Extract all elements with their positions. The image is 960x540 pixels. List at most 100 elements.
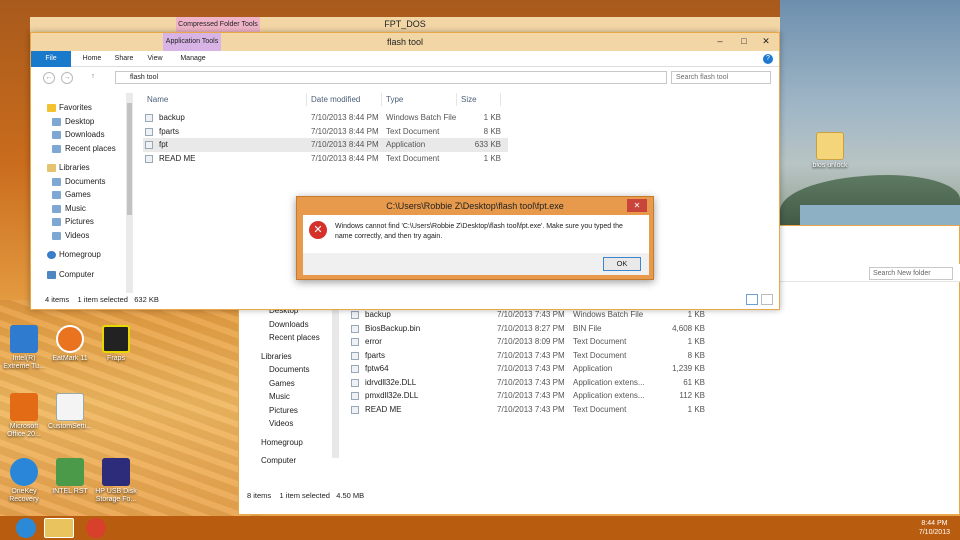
file-row[interactable]: BiosBackup.bin 7/10/2013 8:27 PM BIN File 4… bbox=[349, 322, 729, 336]
file-date: 7/10/2013 8:44 PM bbox=[311, 113, 379, 122]
file-type: Text Document bbox=[386, 153, 440, 163]
error-dialog[interactable]: C:\Users\Robbie Z\Desktop\flash tool\fpt… bbox=[296, 196, 654, 280]
nav-item-documents[interactable]: Documents bbox=[41, 175, 129, 189]
nav-item-videos[interactable]: Videos bbox=[41, 229, 129, 243]
desktop-icon-eatmark[interactable]: EatMark 11 bbox=[48, 325, 92, 363]
system-clock[interactable]: 8:44 PM 7/10/2013 bbox=[919, 519, 950, 537]
status-size: 4.50 MB bbox=[336, 491, 365, 500]
internet-explorer-icon[interactable] bbox=[16, 518, 36, 538]
file-row[interactable]: fparts 7/10/2013 8:44 PM Text Document 8 KB bbox=[143, 125, 508, 139]
file-size: 4,608 KB bbox=[672, 323, 705, 333]
file-row[interactable]: READ ME 7/10/2013 7:43 PM Text Document 1 K… bbox=[349, 403, 729, 417]
file-type: Text Document bbox=[573, 350, 627, 360]
nav-item-libraries[interactable]: Libraries bbox=[41, 161, 129, 175]
file-explorer-icon[interactable] bbox=[44, 518, 74, 538]
column-header-size[interactable]: Size bbox=[457, 93, 501, 106]
nav-item-documents[interactable]: Documents bbox=[247, 363, 339, 377]
tab-manage[interactable]: Manage bbox=[171, 51, 215, 67]
file-date: 7/10/2013 7:43 PM bbox=[497, 350, 565, 360]
dialog-close-button[interactable]: ✕ bbox=[627, 199, 647, 212]
tab-view[interactable]: View bbox=[141, 51, 169, 67]
nav-item-videos[interactable]: Videos bbox=[247, 417, 339, 431]
compressed-window-titlebar[interactable]: FPT_DOS Compressed Folder Tools bbox=[30, 17, 780, 32]
nav-item-music[interactable]: Music bbox=[41, 202, 129, 216]
nav-item-homegroup[interactable]: Homegroup bbox=[247, 436, 339, 450]
forward-arrow-icon[interactable]: → bbox=[61, 72, 73, 84]
compressed-folder-tools-tab[interactable]: Compressed Folder Tools bbox=[176, 17, 260, 32]
desktop-icon-onekey[interactable]: OneKey Recovery bbox=[2, 458, 46, 504]
file-row[interactable]: fparts 7/10/2013 7:43 PM Text Document 8 KB bbox=[349, 349, 729, 363]
tab-share[interactable]: Share bbox=[109, 51, 139, 67]
minimize-button[interactable]: – bbox=[709, 33, 731, 49]
desktop-icon-office[interactable]: Microsoft Office 20... bbox=[2, 393, 46, 439]
scrollbar-thumb[interactable] bbox=[127, 103, 132, 215]
desktop-icon bbox=[52, 117, 61, 126]
file-row[interactable]: backup 7/10/2013 8:44 PM Windows Batch Fil… bbox=[143, 111, 508, 125]
nav-item-downloads[interactable]: Downloads bbox=[41, 128, 129, 142]
desktop-icon-intel-rst[interactable]: INTEL RST bbox=[48, 458, 92, 496]
homegroup-icon bbox=[47, 251, 56, 259]
nav-item-favorites[interactable]: Favorites bbox=[41, 101, 129, 115]
nav-scrollbar[interactable] bbox=[126, 93, 133, 293]
tab-file[interactable]: File bbox=[31, 51, 71, 67]
nav-item-music[interactable]: Music bbox=[247, 390, 339, 404]
back-arrow-icon[interactable]: ← bbox=[43, 72, 55, 84]
file-row[interactable]: fptw64 7/10/2013 7:43 PM Application 1,239 … bbox=[349, 362, 729, 376]
dll-file-icon bbox=[351, 392, 359, 400]
desktop-icon-fraps[interactable]: Fraps bbox=[94, 325, 138, 363]
file-date: 7/10/2013 8:44 PM bbox=[311, 126, 379, 136]
nav-item-games[interactable]: Games bbox=[41, 188, 129, 202]
file-type: Windows Batch File bbox=[573, 310, 644, 319]
close-button[interactable]: ✕ bbox=[755, 33, 777, 49]
dialog-footer: OK bbox=[303, 253, 649, 275]
desktop-icon-custom[interactable]: CustomSetti... bbox=[48, 393, 92, 431]
nav-item-libraries[interactable]: Libraries bbox=[247, 350, 339, 364]
nav-item-recent[interactable]: Recent places bbox=[41, 142, 129, 156]
nav-item-games[interactable]: Games bbox=[247, 377, 339, 391]
chrome-icon[interactable] bbox=[86, 518, 106, 538]
column-header-type[interactable]: Type bbox=[382, 93, 457, 106]
file-row[interactable]: backup 7/10/2013 7:43 PM Windows Batch Fil… bbox=[349, 308, 729, 322]
file-row[interactable]: READ ME 7/10/2013 8:44 PM Text Document 1 K… bbox=[143, 152, 508, 166]
file-row[interactable]: idrvdll32e.DLL 7/10/2013 7:43 PM Applicati… bbox=[349, 376, 729, 390]
ok-button[interactable]: OK bbox=[603, 257, 641, 271]
view-toggle bbox=[746, 294, 773, 305]
file-size: 8 KB bbox=[483, 126, 501, 136]
file-row-selected[interactable]: fpt 7/10/2013 8:44 PM Application 633 KB bbox=[143, 138, 508, 152]
nav-item-pictures[interactable]: Pictures bbox=[41, 215, 129, 229]
address-bar[interactable]: flash tool bbox=[115, 71, 667, 84]
nav-item-homegroup[interactable]: Homegroup bbox=[41, 248, 129, 262]
nav-item-downloads[interactable]: Downloads bbox=[247, 318, 339, 332]
details-view-icon[interactable] bbox=[746, 294, 758, 305]
large-icons-view-icon[interactable] bbox=[761, 294, 773, 305]
file-row[interactable]: error 7/10/2013 8:09 PM Text Document 1 KB bbox=[349, 335, 729, 349]
help-icon[interactable]: ? bbox=[763, 54, 773, 64]
desktop-icon-bios-folder[interactable]: bios unlock bbox=[808, 132, 852, 170]
dialog-message: Windows cannot find 'C:\Users\Robbie Z\D… bbox=[335, 223, 623, 240]
tab-home[interactable]: Home bbox=[77, 51, 107, 67]
file-date: 7/10/2013 8:44 PM bbox=[311, 153, 379, 163]
file-row[interactable]: pmxdll32e.DLL 7/10/2013 7:43 PM Applicatio… bbox=[349, 389, 729, 403]
maximize-button[interactable]: □ bbox=[733, 33, 755, 49]
nav-item-computer[interactable]: Computer bbox=[247, 454, 339, 468]
nav-item-pictures[interactable]: Pictures bbox=[247, 404, 339, 418]
videos-icon bbox=[52, 231, 61, 240]
back-navigation-pane: Desktop Downloads Recent places Librarie… bbox=[247, 304, 339, 494]
nav-item-recent[interactable]: Recent places bbox=[247, 331, 339, 345]
back-search-input[interactable]: Search New folder bbox=[869, 267, 953, 280]
nav-item-computer[interactable]: Computer bbox=[41, 268, 129, 282]
status-item-count: 8 items bbox=[247, 491, 272, 500]
search-input[interactable]: Search flash tool bbox=[671, 71, 771, 84]
column-header-name[interactable]: Name bbox=[143, 93, 307, 106]
desktop-icon-intel[interactable]: Intel(R) Extreme Tu... bbox=[2, 325, 46, 371]
file-date: 7/10/2013 7:43 PM bbox=[497, 364, 565, 373]
column-header-date[interactable]: Date modified bbox=[307, 93, 382, 106]
up-arrow-icon[interactable]: ↑ bbox=[87, 72, 99, 84]
back-nav-scrollbar[interactable] bbox=[332, 308, 339, 458]
file-type: Text Document bbox=[573, 337, 627, 346]
application-icon bbox=[351, 365, 359, 373]
compressed-window-title: FPT_DOS bbox=[384, 19, 426, 29]
desktop-icon-hp[interactable]: HP USB Disk Storage Fo... bbox=[94, 458, 138, 504]
taskbar: 8:44 PM 7/10/2013 bbox=[0, 516, 960, 540]
nav-item-desktop[interactable]: Desktop bbox=[41, 115, 129, 129]
